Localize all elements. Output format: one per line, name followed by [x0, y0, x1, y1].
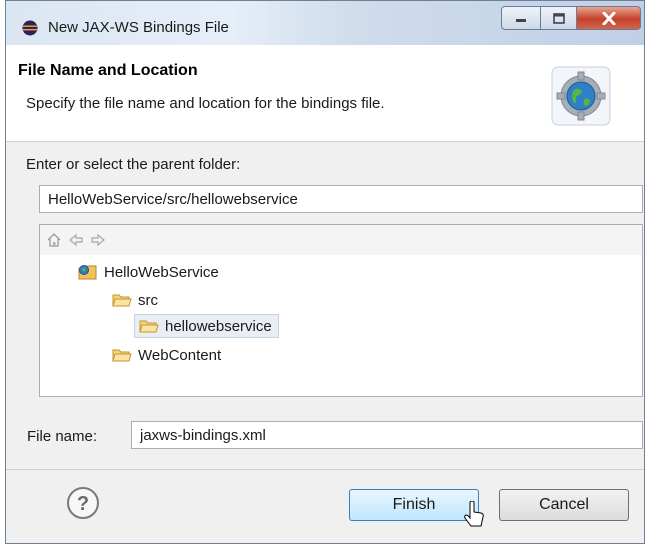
page-title: File Name and Location: [18, 62, 198, 79]
forward-arrow-icon[interactable]: [90, 232, 106, 248]
tree-node-src[interactable]: src: [112, 288, 158, 312]
tree-node-label: WebContent: [138, 346, 222, 364]
finish-button[interactable]: Finish: [349, 489, 479, 521]
cancel-button[interactable]: Cancel: [499, 489, 629, 521]
wizard-header: File Name and Location Specify the file …: [6, 45, 644, 142]
globe-gear-icon: [551, 66, 611, 126]
file-name-label: File name:: [27, 428, 98, 445]
folder-icon: [112, 294, 132, 307]
title-bar[interactable]: New JAX-WS Bindings File: [6, 1, 644, 45]
eclipse-icon: [22, 20, 38, 36]
home-icon[interactable]: [46, 232, 62, 248]
minimize-button[interactable]: [501, 6, 541, 30]
folder-icon: [112, 349, 132, 362]
help-icon[interactable]: ?: [66, 486, 100, 520]
tree-node-label: HelloWebService: [104, 263, 219, 281]
parent-folder-label: Enter or select the parent folder:: [26, 156, 241, 173]
back-arrow-icon[interactable]: [68, 232, 84, 248]
file-name-input[interactable]: [131, 421, 643, 449]
window-controls: [501, 6, 641, 32]
svg-text:?: ?: [77, 493, 89, 515]
tree-node-webcontent[interactable]: WebContent: [112, 343, 221, 367]
maximize-button[interactable]: [541, 6, 577, 30]
mouse-pointer-icon: [464, 501, 484, 527]
folder-icon: [139, 320, 159, 333]
dialog-window: New JAX-WS Bindings File File Name and L…: [5, 0, 645, 544]
button-bar-divider: [6, 469, 644, 470]
tree-nav-bar: [40, 225, 642, 255]
maximize-icon: [552, 12, 565, 24]
project-icon: [78, 265, 97, 280]
close-button[interactable]: [577, 6, 641, 30]
close-icon: [602, 11, 615, 25]
page-description: Specify the file name and location for t…: [26, 95, 385, 112]
tree-node-hellowebservice[interactable]: hellowebservice: [134, 314, 279, 338]
tree-node-label: hellowebservice: [165, 317, 272, 335]
tree-node-project[interactable]: HelloWebService: [78, 260, 219, 284]
window-title: New JAX-WS Bindings File: [48, 19, 229, 36]
folder-tree[interactable]: HelloWebService src hellowebservice WebC…: [39, 224, 643, 397]
parent-folder-input[interactable]: [39, 185, 643, 213]
minimize-icon: [516, 19, 526, 22]
tree-node-label: src: [138, 291, 158, 309]
